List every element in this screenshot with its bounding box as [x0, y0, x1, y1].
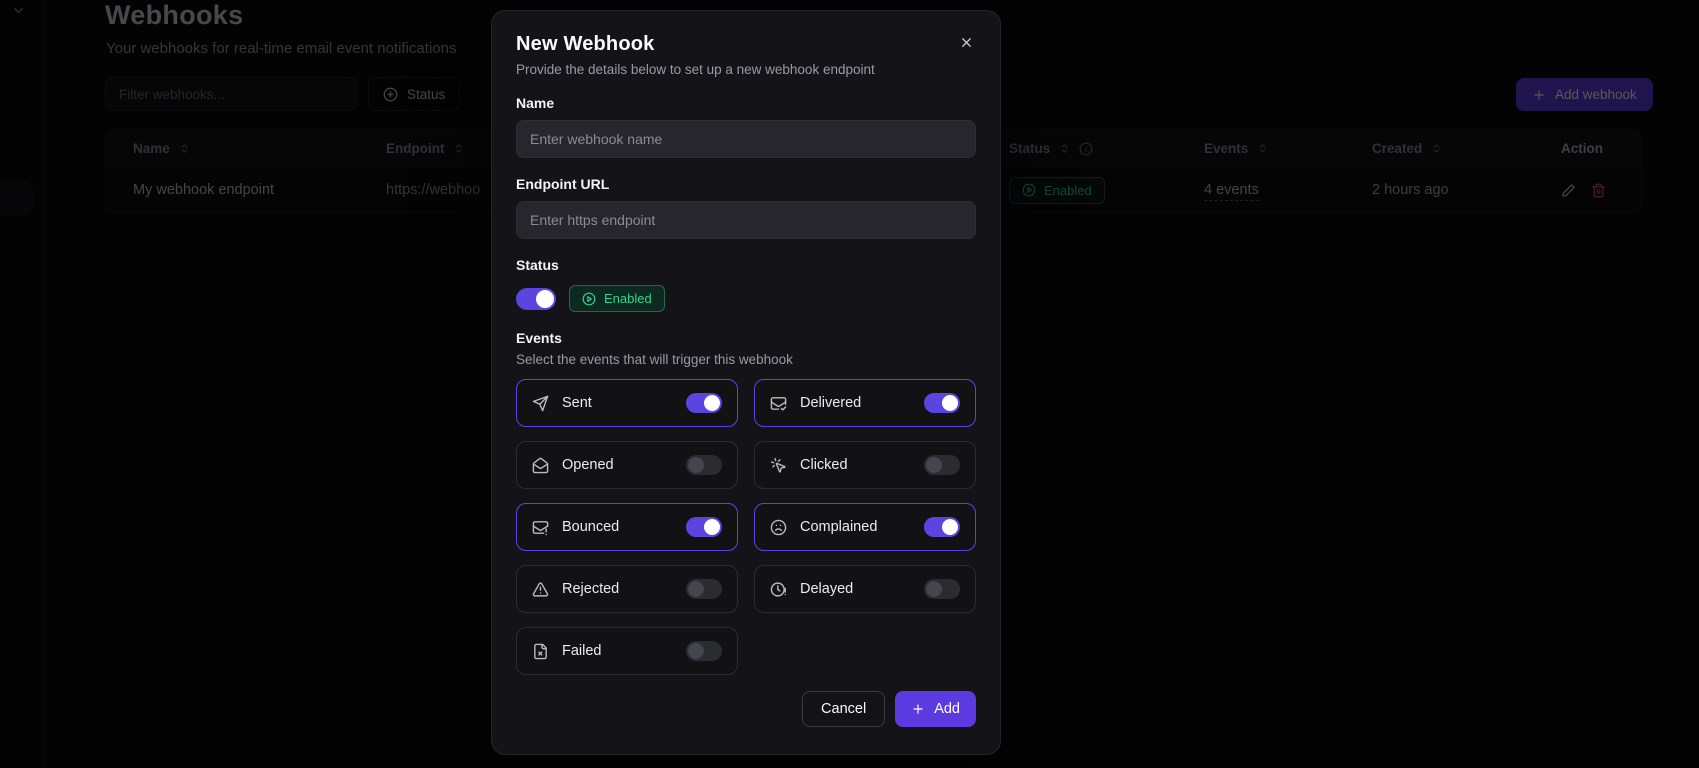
status-enabled-badge: Enabled [569, 285, 665, 312]
event-card-delayed[interactable]: Delayed [754, 565, 976, 613]
new-webhook-modal: New Webhook Provide the details below to… [491, 10, 1001, 755]
close-icon [959, 35, 974, 50]
event-toggle[interactable] [686, 579, 722, 599]
webhook-name-input[interactable] [516, 120, 976, 158]
event-toggle[interactable] [924, 455, 960, 475]
status-toggle[interactable] [516, 288, 556, 310]
status-label: Status [516, 257, 976, 273]
endpoint-url-label: Endpoint URL [516, 176, 976, 192]
event-card-clicked[interactable]: Clicked [754, 441, 976, 489]
event-card-delivered[interactable]: Delivered [754, 379, 976, 427]
event-toggle[interactable] [686, 641, 722, 661]
clock-alert-icon [770, 581, 787, 598]
event-card-complained[interactable]: Complained [754, 503, 976, 551]
mail-check-icon [770, 395, 787, 412]
file-x-icon [532, 643, 549, 660]
cursor-click-icon [770, 457, 787, 474]
cancel-button[interactable]: Cancel [802, 691, 885, 727]
endpoint-url-input[interactable] [516, 201, 976, 239]
frown-icon [770, 519, 787, 536]
circle-play-icon [582, 292, 596, 306]
event-card-opened[interactable]: Opened [516, 441, 738, 489]
close-button[interactable] [955, 31, 978, 54]
event-card-bounced[interactable]: Bounced [516, 503, 738, 551]
event-toggle[interactable] [924, 517, 960, 537]
event-card-sent[interactable]: Sent [516, 379, 738, 427]
alert-triangle-icon [532, 581, 549, 598]
modal-subtitle: Provide the details below to set up a ne… [516, 62, 976, 77]
event-card-failed[interactable]: Failed [516, 627, 738, 675]
event-toggle[interactable] [686, 455, 722, 475]
event-toggle[interactable] [924, 393, 960, 413]
modal-title: New Webhook [516, 33, 976, 56]
events-subtitle: Select the events that will trigger this… [516, 352, 976, 367]
add-button[interactable]: Add [895, 691, 976, 727]
add-button-label: Add [934, 701, 960, 717]
event-toggle[interactable] [686, 393, 722, 413]
toggle-knob [536, 290, 554, 308]
mail-open-icon [532, 457, 549, 474]
event-card-rejected[interactable]: Rejected [516, 565, 738, 613]
events-grid: Sent Delivered Opened Clicked Bounced Co… [516, 379, 976, 675]
send-icon [532, 395, 549, 412]
event-toggle[interactable] [924, 579, 960, 599]
name-label: Name [516, 95, 976, 111]
events-label: Events [516, 330, 976, 346]
plus-icon [911, 702, 925, 716]
event-toggle[interactable] [686, 517, 722, 537]
mail-warning-icon [532, 519, 549, 536]
